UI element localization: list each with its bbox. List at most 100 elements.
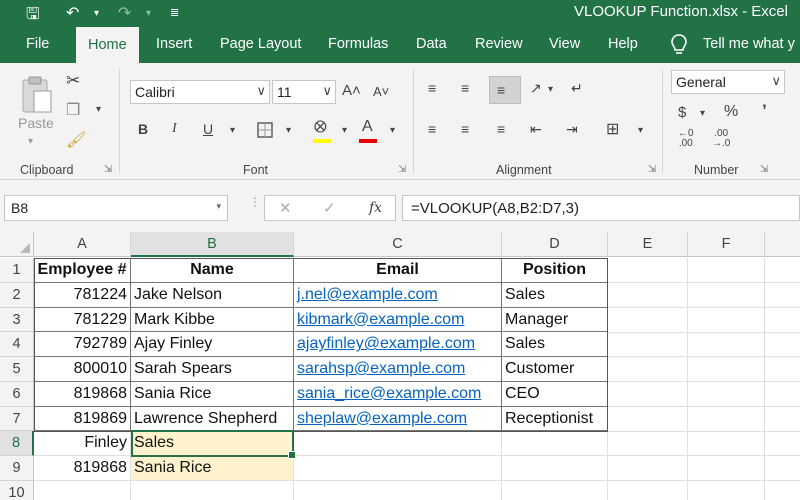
table-cell-email-link[interactable]: j.nel@example.com — [294, 282, 502, 308]
row-header-8[interactable]: 8 — [0, 431, 34, 456]
column-header-g[interactable] — [765, 232, 800, 257]
paste-icon[interactable] — [20, 75, 54, 115]
empty-cell[interactable] — [502, 480, 608, 500]
undo-dropdown-icon[interactable]: ▾ — [94, 8, 99, 19]
table-header-position[interactable]: Position — [502, 258, 608, 283]
lookup-key-cell[interactable]: 819868 — [34, 456, 131, 481]
row-header-1[interactable]: 1 — [0, 258, 34, 283]
table-cell-email-link[interactable]: kibmark@example.com — [294, 307, 502, 333]
comma-style-button[interactable]: ’ — [762, 101, 767, 121]
percent-button[interactable]: % — [724, 103, 738, 121]
font-launcher-icon[interactable]: ⇲ — [398, 164, 406, 175]
table-cell-id[interactable]: 781229 — [34, 307, 131, 333]
table-cell-position[interactable]: Sales — [502, 332, 608, 357]
customize-toolbar-icon[interactable]: ≣ — [170, 6, 179, 19]
decrease-indent-icon[interactable]: ⇤ — [530, 121, 542, 138]
tab-file[interactable]: File — [26, 36, 49, 52]
currency-button[interactable]: $ — [678, 104, 686, 121]
table-cell-id[interactable]: 819869 — [34, 406, 131, 432]
column-header-b[interactable]: B — [131, 232, 294, 257]
copy-icon[interactable]: ❐ — [66, 100, 80, 120]
bold-button[interactable]: B — [138, 121, 148, 137]
tell-me-search[interactable]: Tell me what y — [703, 36, 795, 52]
wrap-text-icon[interactable]: ↵ — [571, 80, 583, 97]
table-cell-position[interactable]: CEO — [502, 381, 608, 407]
table-cell-name[interactable]: Sania Rice — [131, 381, 294, 407]
increase-decimal-icon[interactable]: ←0.00 — [678, 129, 694, 149]
column-header-f[interactable]: F — [688, 232, 765, 257]
table-cell-position[interactable]: Customer — [502, 357, 608, 382]
tab-formulas[interactable]: Formulas — [328, 36, 388, 52]
column-header-c[interactable]: C — [294, 232, 502, 257]
row-header-10[interactable]: 10 — [0, 480, 34, 500]
alignment-launcher-icon[interactable]: ⇲ — [648, 164, 656, 175]
align-right-icon[interactable]: ≡ — [497, 121, 505, 137]
tab-home[interactable]: Home — [76, 27, 139, 64]
table-cell-name[interactable]: Ajay Finley — [131, 332, 294, 357]
tab-review[interactable]: Review — [475, 36, 523, 52]
active-cell-b8[interactable]: Sales — [131, 431, 294, 456]
tab-data[interactable]: Data — [416, 36, 447, 52]
enter-icon[interactable]: ✓ — [323, 199, 336, 217]
paste-label[interactable]: Paste — [18, 115, 54, 131]
orientation-dropdown-icon[interactable]: ▾ — [548, 84, 553, 95]
increase-indent-icon[interactable]: ⇥ — [566, 121, 578, 138]
lookup-key-cell[interactable]: Finley — [34, 431, 131, 456]
decrease-decimal-icon[interactable]: .00 →.0 — [712, 129, 730, 149]
table-cell-position[interactable]: Sales — [502, 282, 608, 308]
table-cell-email-link[interactable]: sania_rice@example.com — [294, 381, 502, 407]
number-launcher-icon[interactable]: ⇲ — [760, 164, 768, 175]
fill-color-icon[interactable]: ⭙ — [314, 119, 327, 137]
insert-function-icon[interactable]: fx — [369, 200, 382, 216]
table-cell-id[interactable]: 819868 — [34, 381, 131, 407]
table-header-name[interactable]: Name — [131, 258, 294, 283]
save-icon[interactable]: 🖫 — [26, 3, 40, 30]
decrease-font-size-icon[interactable]: A˅ — [373, 84, 389, 99]
table-cell-position[interactable]: Receptionist — [502, 406, 608, 432]
row-header-4[interactable]: 4 — [0, 332, 34, 357]
table-cell-id[interactable]: 781224 — [34, 282, 131, 308]
table-cell-name[interactable]: Lawrence Shepherd — [131, 406, 294, 432]
empty-cell[interactable] — [34, 480, 131, 500]
format-painter-icon[interactable]: 🖌 — [66, 130, 86, 150]
font-name-select[interactable]: Calibri ∨ — [130, 80, 270, 104]
font-size-select[interactable]: 11 ∨ — [272, 80, 336, 104]
empty-cell[interactable] — [502, 431, 608, 456]
underline-dropdown-icon[interactable]: ▾ — [230, 125, 235, 136]
column-header-e[interactable]: E — [608, 232, 688, 257]
name-box[interactable]: B8 ▾ — [4, 195, 228, 221]
table-cell-name[interactable]: Jake Nelson — [131, 282, 294, 308]
top-align-icon[interactable]: ≡ — [428, 80, 436, 96]
empty-cell[interactable] — [294, 480, 502, 500]
underline-button[interactable]: U — [203, 121, 213, 137]
undo-icon[interactable]: ↶ — [66, 3, 79, 23]
italic-button[interactable]: I — [172, 121, 177, 137]
empty-cell[interactable] — [294, 456, 502, 481]
table-header-employee[interactable]: Employee # — [34, 258, 131, 283]
table-cell-email-link[interactable]: sarahsp@example.com — [294, 357, 502, 382]
currency-dropdown-icon[interactable]: ▾ — [700, 108, 705, 119]
row-header-5[interactable]: 5 — [0, 357, 34, 382]
table-cell-email-link[interactable]: ajayfinley@example.com — [294, 332, 502, 357]
redo-dropdown-icon[interactable]: ▾ — [146, 8, 151, 19]
tab-view[interactable]: View — [549, 36, 580, 52]
align-left-icon[interactable]: ≡ — [428, 121, 436, 137]
row-header-7[interactable]: 7 — [0, 406, 34, 432]
table-header-email[interactable]: Email — [294, 258, 502, 283]
table-cell-name[interactable]: Mark Kibbe — [131, 307, 294, 333]
increase-font-size-icon[interactable]: A˄ — [342, 82, 361, 99]
font-color-dropdown-icon[interactable]: ▾ — [390, 125, 395, 136]
font-color-icon[interactable]: A — [362, 118, 373, 136]
row-header-2[interactable]: 2 — [0, 282, 34, 308]
empty-cell[interactable] — [294, 431, 502, 456]
empty-cell[interactable] — [131, 480, 294, 500]
row-header-3[interactable]: 3 — [0, 307, 34, 333]
table-cell-email-link[interactable]: sheplaw@example.com — [294, 406, 502, 432]
column-header-a[interactable]: A — [34, 232, 131, 257]
clipboard-launcher-icon[interactable]: ⇲ — [104, 164, 112, 175]
formula-input[interactable]: =VLOOKUP(A8,B2:D7,3) — [402, 195, 800, 221]
borders-dropdown-icon[interactable]: ▾ — [286, 125, 291, 136]
lookup-result-cell[interactable]: Sania Rice — [131, 456, 294, 481]
orientation-icon[interactable]: ↗ — [530, 80, 542, 97]
fill-color-dropdown-icon[interactable]: ▾ — [342, 125, 347, 136]
